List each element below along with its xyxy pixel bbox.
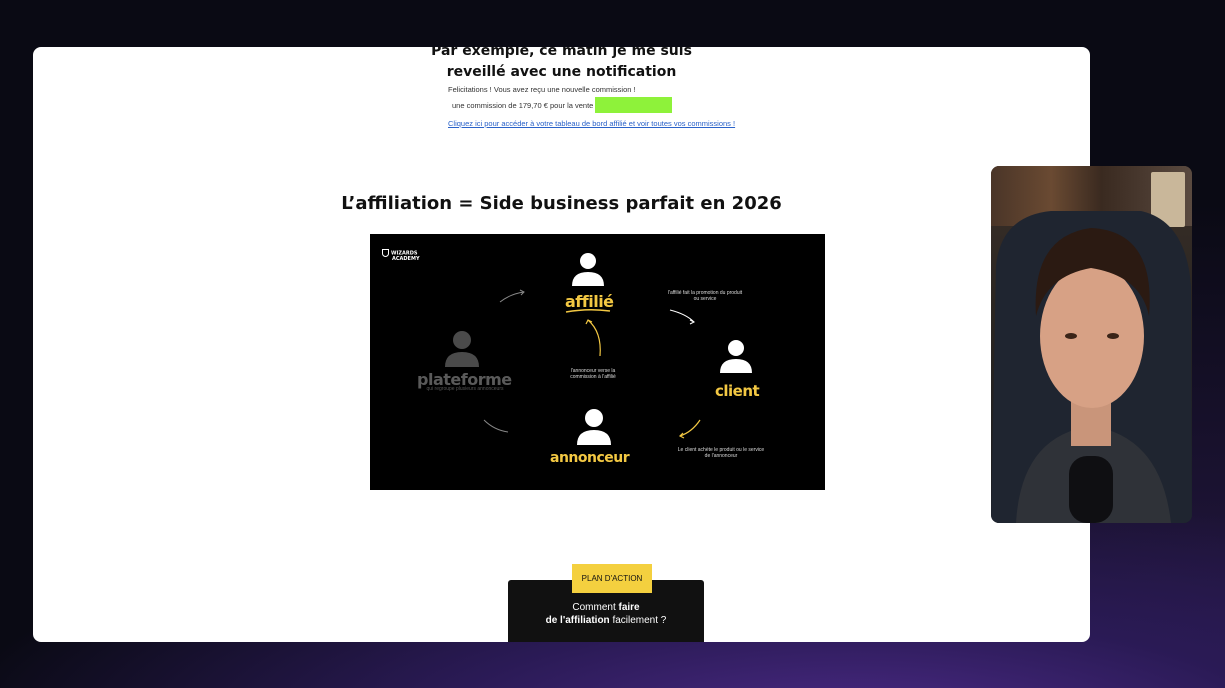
webcam-person bbox=[991, 211, 1192, 523]
intro-line-2: reveillé avec une notification bbox=[446, 64, 677, 80]
person-icon-plateforme bbox=[445, 331, 479, 367]
person-icon-annonceur bbox=[577, 409, 611, 445]
notification-dashboard-link[interactable]: Cliquez ici pour accéder à votre tableau… bbox=[448, 119, 735, 128]
arrow-plateforme-to-affilie bbox=[499, 291, 525, 303]
person-icon-affilie bbox=[572, 253, 604, 286]
presentation-slide: Par exemple, ce matin je me suis reveill… bbox=[33, 47, 1090, 642]
logo-line-2: ACADEMY bbox=[392, 256, 420, 262]
plan-text-bold-1: faire bbox=[618, 602, 640, 613]
arrow-annonceur-to-plateforme bbox=[483, 419, 509, 433]
plan-text-bold-2: de l'affiliation bbox=[545, 615, 610, 626]
plan-action-tag: PLAN D'ACTION bbox=[572, 564, 652, 593]
wizards-academy-logo: WIZARDS ACADEMY bbox=[382, 249, 420, 262]
note-plateforme: qui regroupe plusieurs annonceurs bbox=[426, 386, 504, 392]
arrow-annonceur-to-affilie bbox=[587, 319, 601, 357]
affiliation-diagram: WIZARDS ACADEMY affilié client annonceur… bbox=[370, 234, 825, 490]
person-icon-client bbox=[720, 340, 752, 373]
notification-screenshot: Felicitations ! Vous avez reçu une nouve… bbox=[448, 81, 738, 131]
webcam-overlay bbox=[991, 166, 1192, 523]
redacted-highlight bbox=[595, 97, 672, 113]
shield-icon bbox=[382, 249, 389, 257]
section-title: L’affiliation = Side business parfait en… bbox=[341, 193, 782, 214]
note-annonceur-to-affilie: l'annonceur verse la commission à l'affi… bbox=[570, 368, 616, 380]
plan-text-post: facilement ? bbox=[609, 615, 667, 626]
plan-action-text: Comment faire de l'affiliation facilemen… bbox=[508, 601, 704, 627]
notification-line-2: une commission de 179,70 € pour la vente bbox=[452, 101, 594, 110]
notification-line-1: Felicitations ! Vous avez reçu une nouve… bbox=[448, 85, 636, 94]
note-client-to-annonceur: Le client achète le produit ou le servic… bbox=[677, 447, 765, 459]
label-client: client bbox=[715, 382, 760, 400]
note-affilie-to-client: l'affilié fait la promotion du produit o… bbox=[667, 290, 743, 302]
intro-heading: Par exemple, ce matin je me suis reveill… bbox=[33, 47, 1090, 83]
label-annonceur: annonceur bbox=[550, 450, 630, 466]
label-affilie: affilié bbox=[565, 292, 614, 311]
intro-line-1: Par exemple, ce matin je me suis bbox=[431, 47, 692, 59]
plan-text-pre: Comment bbox=[572, 602, 619, 613]
